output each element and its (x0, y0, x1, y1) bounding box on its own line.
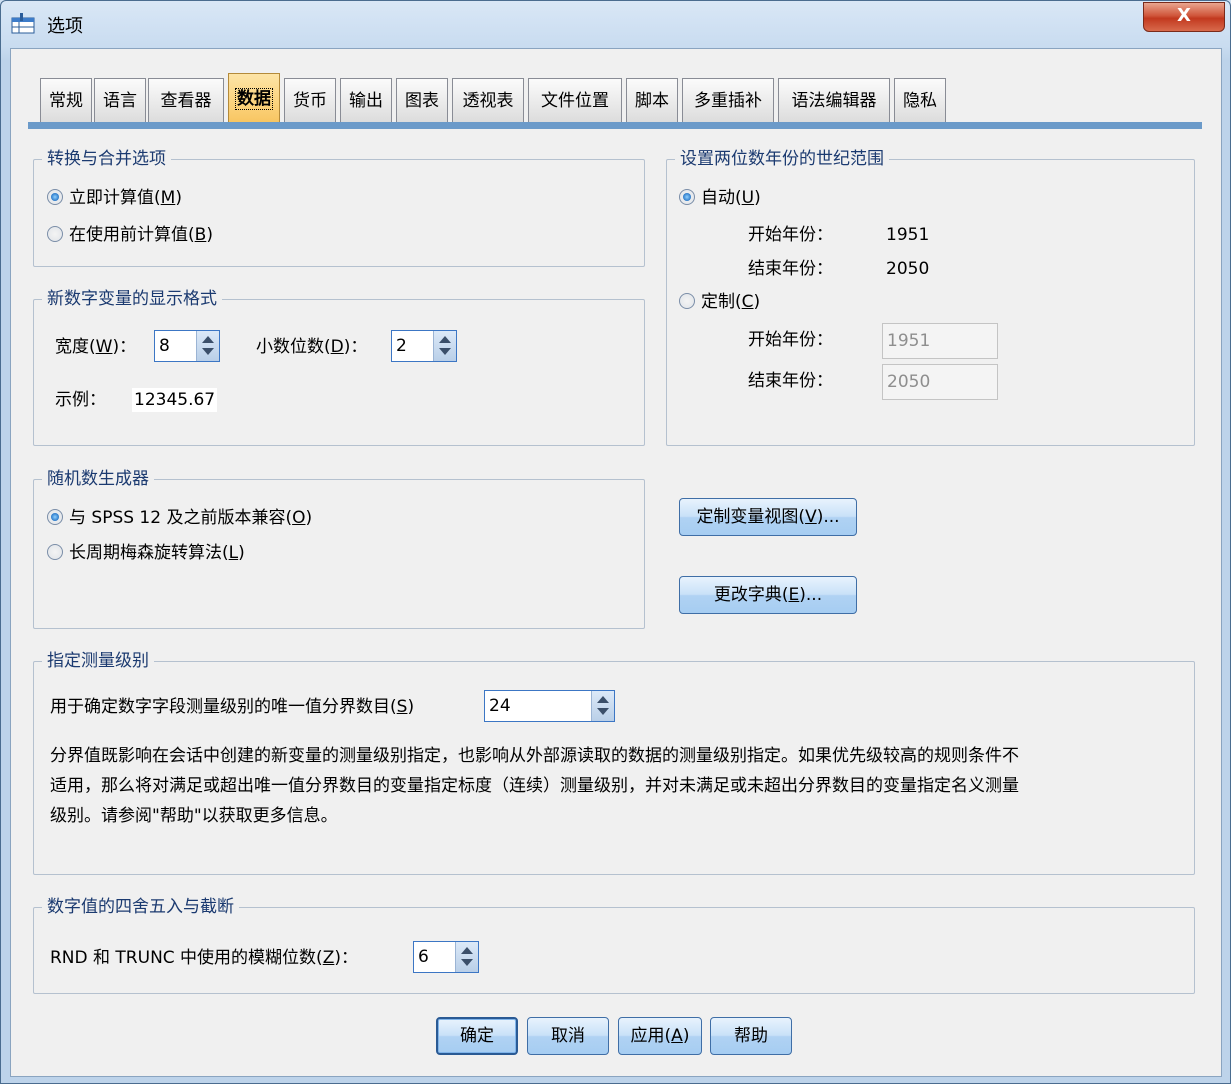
spin-down-icon[interactable] (461, 959, 473, 966)
tab-privacy[interactable]: 隐私 (894, 78, 946, 122)
measurement-description-line-1: 分界值既影响在会话中创建的新变量的测量级别指定，也影响从外部源读取的数据的测量级… (50, 746, 1019, 766)
close-button[interactable]: X (1143, 2, 1225, 32)
decimals-label: 小数位数(D)： (256, 337, 368, 357)
cancel-button[interactable]: 取消 (527, 1017, 609, 1055)
measurement-level-title: 指定测量级别 (42, 650, 154, 672)
radio-mersenne-twister[interactable]: 长周期梅森旋转算法(L) (47, 541, 245, 565)
fuzz-bits-label: RND 和 TRUNC 中使用的模糊位数(Z)： (50, 948, 358, 968)
radio-unselected-icon (47, 226, 63, 242)
radio-calculate-before-use[interactable]: 在使用前计算值(B) (47, 223, 213, 247)
spin-up-icon[interactable] (202, 336, 214, 343)
custom-start-year-label: 开始年份： (748, 330, 833, 350)
tab-pivot-tables[interactable]: 透视表 (452, 78, 524, 122)
tab-data[interactable]: 数据 (228, 73, 280, 123)
threshold-value[interactable]: 24 (489, 694, 511, 718)
tab-language[interactable]: 语言 (94, 78, 146, 122)
custom-end-year-label: 结束年份： (748, 371, 833, 391)
sample-label: 示例： (55, 390, 106, 410)
spin-down-icon[interactable] (597, 708, 609, 715)
auto-end-year-label: 结束年份： (748, 259, 833, 279)
decimals-spinner[interactable]: 2 (391, 330, 457, 362)
random-generator-title: 随机数生成器 (42, 468, 154, 490)
tab-multiple-imputation[interactable]: 多重插补 (682, 78, 774, 122)
decimals-value[interactable]: 2 (396, 334, 407, 358)
radio-selected-icon (47, 189, 63, 205)
tab-syntax-editor[interactable]: 语法编辑器 (778, 78, 890, 122)
radio-unselected-icon (679, 293, 695, 309)
transform-group: 转换与合并选项 (33, 148, 645, 267)
century-range-title: 设置两位数年份的世纪范围 (675, 148, 889, 170)
radio-unselected-icon (47, 544, 63, 560)
change-dictionary-button[interactable]: 更改字典(E)... (679, 576, 857, 614)
custom-start-year-field[interactable]: 1951 (882, 323, 998, 359)
radio-century-custom[interactable]: 定制(C) (679, 290, 760, 314)
width-label: 宽度(W)： (55, 337, 137, 357)
width-spinner[interactable]: 8 (154, 330, 220, 362)
tab-output[interactable]: 输出 (340, 78, 392, 122)
spin-up-icon[interactable] (461, 947, 473, 954)
threshold-spinner[interactable]: 24 (484, 690, 615, 722)
spin-up-icon[interactable] (439, 336, 451, 343)
customize-variable-view-button[interactable]: 定制变量视图(V)... (679, 498, 857, 536)
tab-currency[interactable]: 货币 (284, 78, 336, 122)
tab-viewer[interactable]: 查看器 (148, 78, 224, 122)
radio-spss12-compatible[interactable]: 与 SPSS 12 及之前版本兼容(O) (47, 506, 312, 530)
measurement-description-line-2: 适用，那么将对满足或超出唯一值分界数目的变量指定标度（连续）测量级别，并对未满足… (50, 776, 1019, 796)
fuzz-bits-spin-arrows[interactable] (455, 942, 478, 972)
spin-down-icon[interactable] (439, 348, 451, 355)
auto-start-year-value: 1951 (886, 225, 930, 245)
ok-button[interactable]: 确定 (436, 1017, 518, 1055)
radio-calculate-immediately[interactable]: 立即计算值(M) (47, 186, 182, 210)
apply-button[interactable]: 应用(A) (618, 1017, 702, 1055)
auto-end-year-value: 2050 (886, 259, 930, 279)
sample-value: 12345.67 (132, 388, 218, 412)
radio-century-automatic[interactable]: 自动(U) (679, 186, 761, 210)
fuzz-bits-spinner[interactable]: 6 (413, 941, 479, 973)
custom-end-year-field[interactable]: 2050 (882, 364, 998, 400)
display-format-title: 新数字变量的显示格式 (42, 288, 222, 310)
width-spin-arrows[interactable] (196, 331, 219, 361)
title-bar[interactable]: 选项 X (1, 1, 1230, 45)
width-value[interactable]: 8 (159, 334, 170, 358)
radio-selected-icon (679, 189, 695, 205)
tab-general[interactable]: 常规 (40, 78, 92, 122)
tab-charts[interactable]: 图表 (396, 78, 448, 122)
help-button[interactable]: 帮助 (710, 1017, 792, 1055)
threshold-label: 用于确定数字字段测量级别的唯一值分界数目(S) (50, 697, 415, 717)
tab-underbar (28, 122, 1202, 129)
fuzz-bits-value[interactable]: 6 (418, 945, 429, 969)
app-icon (11, 13, 35, 34)
spin-up-icon[interactable] (597, 696, 609, 703)
display-format-group: 新数字变量的显示格式 (33, 288, 645, 446)
measurement-description-line-3: 级别。请参阅"帮助"以获取更多信息。 (50, 806, 338, 826)
threshold-spin-arrows[interactable] (591, 691, 614, 721)
window-title: 选项 (47, 16, 83, 37)
tab-scripts[interactable]: 脚本 (626, 78, 678, 122)
radio-selected-icon (47, 509, 63, 525)
auto-start-year-label: 开始年份： (748, 225, 833, 245)
rounding-title: 数字值的四舍五入与截断 (42, 896, 239, 918)
transform-group-title: 转换与合并选项 (42, 148, 171, 170)
tab-file-locations[interactable]: 文件位置 (528, 78, 622, 122)
decimals-spin-arrows[interactable] (433, 331, 456, 361)
spin-down-icon[interactable] (202, 348, 214, 355)
